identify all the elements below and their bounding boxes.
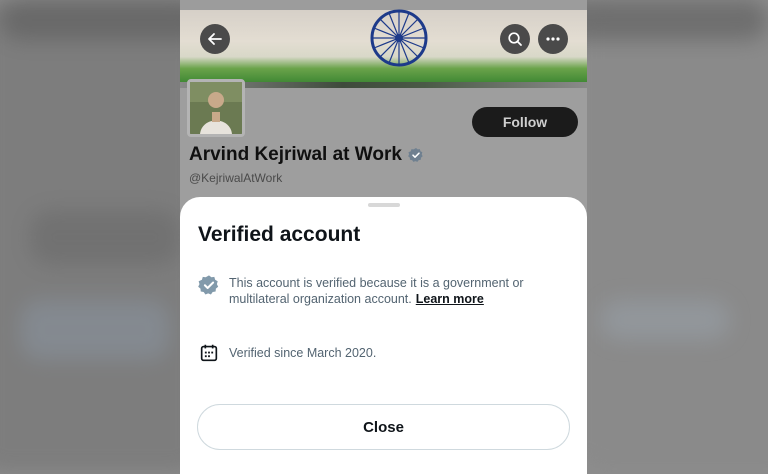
close-button[interactable]: Close: [197, 404, 570, 450]
sheet-grabber[interactable]: [368, 203, 400, 207]
verified-account-sheet: Verified account This account is verifie…: [180, 197, 587, 474]
profile-name: Arvind Kejriwal at Work: [189, 144, 424, 166]
learn-more-link[interactable]: Learn more: [416, 292, 484, 306]
profile-screen: Follow Arvind Kejriwal at Work @Kejriwal…: [180, 0, 587, 474]
arrow-left-icon: [208, 33, 222, 45]
more-button[interactable]: [538, 24, 568, 54]
sheet-title: Verified account: [198, 223, 361, 246]
calendar-icon: [200, 344, 218, 362]
follow-button[interactable]: Follow: [472, 107, 578, 137]
avatar[interactable]: [187, 79, 245, 137]
verified-reason-row: This account is verified because it is a…: [198, 275, 558, 307]
profile-photo: [190, 82, 242, 134]
back-button[interactable]: [200, 24, 230, 54]
ashoka-chakra-image: [370, 9, 428, 67]
profile-name-text: Arvind Kejriwal at Work: [189, 144, 402, 165]
more-horizontal-icon: [546, 37, 560, 41]
search-icon: [508, 32, 522, 46]
verified-badge-icon: [408, 148, 423, 162]
verified-since-text: Verified since March 2020.: [229, 346, 377, 360]
verified-since-row: Verified since March 2020.: [198, 342, 376, 364]
verified-badge-icon: [198, 275, 219, 295]
search-button[interactable]: [500, 24, 530, 54]
profile-handle: @KejriwalAtWork: [189, 171, 283, 185]
